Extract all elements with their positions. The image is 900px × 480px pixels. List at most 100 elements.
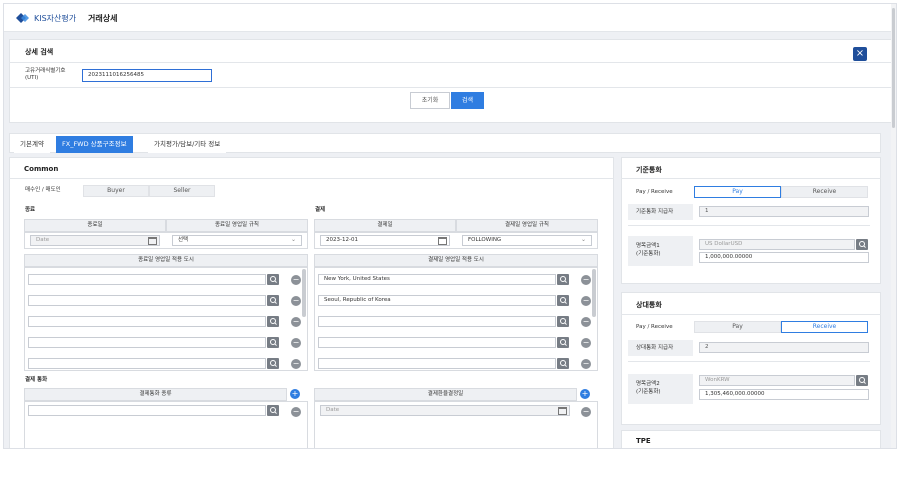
end-rule-header: 종료일 영업일 규칙 xyxy=(166,219,308,232)
counter-currency-input[interactable]: WonKRW xyxy=(699,375,855,386)
page-title: 거래상세 xyxy=(88,14,118,23)
search-icon[interactable] xyxy=(856,375,868,386)
search-icon[interactable] xyxy=(557,358,569,369)
remove-fixing-button[interactable]: − xyxy=(581,407,591,417)
calendar-icon[interactable] xyxy=(438,237,447,245)
base-receive-toggle[interactable]: Receive xyxy=(781,186,868,198)
tab-bar xyxy=(9,133,881,153)
search-icon[interactable] xyxy=(267,316,279,327)
scrollbar-thumb[interactable] xyxy=(892,8,895,128)
base-currency-title: 기준통화 xyxy=(636,166,662,174)
buyer-toggle[interactable]: Buyer xyxy=(83,185,149,197)
add-currency-button[interactable]: + xyxy=(290,389,300,399)
reset-button[interactable]: 초기화 xyxy=(410,92,450,109)
base-notional-label-1: 명목금액1 xyxy=(636,243,660,249)
settle-date-input[interactable]: 2023-12-01 xyxy=(320,235,450,246)
tab-fx-fwd[interactable]: FX_FWD 상품구조정보 xyxy=(56,136,133,153)
search-icon[interactable] xyxy=(267,337,279,348)
search-icon[interactable] xyxy=(557,274,569,285)
base-payer-input[interactable]: 1 xyxy=(699,206,869,217)
settle-city-input[interactable] xyxy=(318,358,556,369)
top-bar: KIS자산평가 거래상세 xyxy=(4,4,896,32)
end-date-header: 종료일 xyxy=(24,219,166,232)
end-rule-value: 선택 xyxy=(178,237,189,243)
counter-amount-input[interactable]: 1,305,460,000.00000 xyxy=(699,389,869,400)
tpe-panel xyxy=(621,430,881,448)
end-cities-header: 종료일 영업일 적용 도시 xyxy=(24,254,308,267)
base-currency-input[interactable]: US DollarUSD xyxy=(699,239,855,250)
end-city-input[interactable] xyxy=(28,295,266,306)
settle-city-input[interactable] xyxy=(318,316,556,327)
common-title: Common xyxy=(24,165,59,173)
end-city-input[interactable] xyxy=(28,358,266,369)
base-pay-receive-label: Pay / Receive xyxy=(636,189,673,195)
uti-input[interactable]: 2023111016256485 xyxy=(82,69,212,82)
chevron-down-icon: ⌄ xyxy=(581,236,587,243)
settle-section-title: 결제 xyxy=(315,207,326,213)
remove-city-button[interactable]: − xyxy=(291,296,301,306)
close-button[interactable]: × xyxy=(853,47,867,61)
end-city-input[interactable] xyxy=(28,316,266,327)
app-window: KIS자산평가 거래상세 상세 검색 × 고유거래식별기호 (UTI) 2023… xyxy=(3,3,897,449)
search-icon[interactable] xyxy=(267,358,279,369)
end-city-input[interactable] xyxy=(28,274,266,285)
remove-currency-button[interactable]: − xyxy=(291,407,301,417)
counter-notional-label-1: 명목금액2 xyxy=(636,381,660,387)
page-scrollbar[interactable] xyxy=(891,4,896,448)
base-notional-label-2: (기준통화) xyxy=(636,251,661,257)
base-notional-label: 명목금액1 (기준통화) xyxy=(628,236,693,266)
tpe-title: TPE xyxy=(636,437,651,445)
base-payer-label: 기준통화 지급자 xyxy=(628,204,693,220)
remove-city-button[interactable]: − xyxy=(581,317,591,327)
counter-payer-value: 2 xyxy=(705,344,709,350)
remove-city-button[interactable]: − xyxy=(581,275,591,285)
divider xyxy=(628,225,870,226)
remove-city-button[interactable]: − xyxy=(581,296,591,306)
uti-value: 2023111016256485 xyxy=(88,72,144,78)
settle-rule-value: FOLLOWING xyxy=(468,237,502,243)
search-icon[interactable] xyxy=(267,274,279,285)
search-icon[interactable] xyxy=(557,337,569,348)
end-cities-scrollbar[interactable] xyxy=(302,269,306,317)
counter-receive-toggle[interactable]: Receive xyxy=(781,321,868,333)
remove-city-button[interactable]: − xyxy=(291,338,301,348)
search-icon[interactable] xyxy=(267,295,279,306)
search-icon[interactable] xyxy=(557,316,569,327)
counter-amount-value: 1,305,460,000.00000 xyxy=(705,391,765,397)
search-button[interactable]: 검색 xyxy=(451,92,484,109)
remove-city-button[interactable]: − xyxy=(291,317,301,327)
fixing-date-input[interactable]: Date xyxy=(320,405,570,416)
tab-basic[interactable]: 기본계약 xyxy=(14,136,50,153)
settle-city-input[interactable]: New York, United States xyxy=(318,274,556,285)
settle-city-input[interactable] xyxy=(318,337,556,348)
settle-city-input[interactable]: Seoul, Republic of Korea xyxy=(318,295,556,306)
search-icon[interactable] xyxy=(557,295,569,306)
settle-rule-header: 결제일 영업일 규칙 xyxy=(456,219,598,232)
base-pay-toggle[interactable]: Pay xyxy=(694,186,781,198)
seller-toggle[interactable]: Seller xyxy=(149,185,215,197)
search-icon[interactable] xyxy=(267,405,279,416)
counter-notional-label: 명목금액2 (기준통화) xyxy=(628,374,693,404)
settle-rule-select[interactable]: FOLLOWING xyxy=(462,235,592,246)
settle-cities-scrollbar[interactable] xyxy=(592,269,596,317)
base-amount-input[interactable]: 1,000,000.00000 xyxy=(699,252,869,263)
end-city-input[interactable] xyxy=(28,337,266,348)
remove-city-button[interactable]: − xyxy=(291,275,301,285)
calendar-icon[interactable] xyxy=(148,237,157,245)
remove-city-button[interactable]: − xyxy=(581,338,591,348)
counter-pay-toggle[interactable]: Pay xyxy=(694,321,781,333)
remove-city-button[interactable]: − xyxy=(581,359,591,369)
uti-sublabel: (UTI) xyxy=(25,75,39,81)
chevron-down-icon: ⌄ xyxy=(291,236,297,243)
add-fixing-button[interactable]: + xyxy=(580,389,590,399)
tab-valuation[interactable]: 가치평가/담보/기타 정보 xyxy=(148,136,227,153)
end-date-input[interactable]: Date xyxy=(30,235,160,246)
calendar-icon[interactable] xyxy=(558,407,567,415)
search-icon[interactable] xyxy=(856,239,868,250)
counter-payer-input[interactable]: 2 xyxy=(699,342,869,353)
remove-city-button[interactable]: − xyxy=(291,359,301,369)
fixing-date-placeholder: Date xyxy=(326,407,340,413)
end-rule-select[interactable]: 선택 xyxy=(172,235,302,246)
currency-type-header: 결제통화 종류 xyxy=(24,388,287,401)
currency-type-input[interactable] xyxy=(28,405,266,416)
